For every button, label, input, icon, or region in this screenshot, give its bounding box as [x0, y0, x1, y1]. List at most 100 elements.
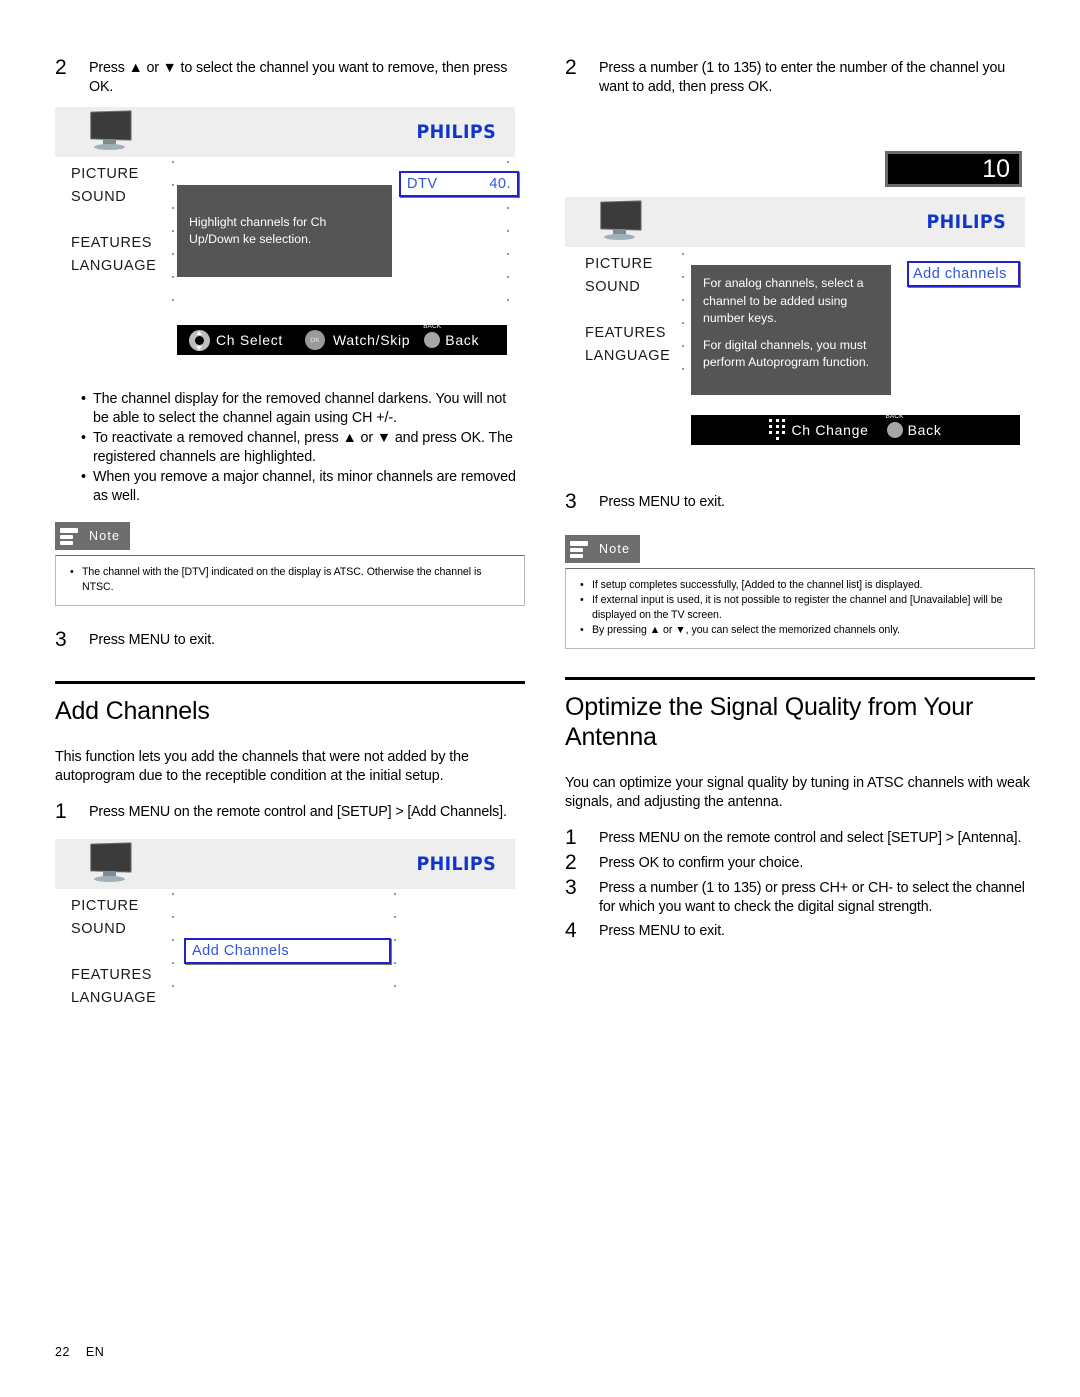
list-item: • To reactivate a removed channel, press…	[55, 429, 525, 467]
highlight-label: Add Channels	[192, 943, 290, 959]
menu-divider-dots-left	[682, 253, 685, 391]
note-header: Note	[55, 522, 131, 550]
navbar-label: Ch Change	[791, 422, 869, 438]
step-item: 3 Press a number (1 to 135) or press CH+…	[565, 876, 1035, 917]
navbar-watch-skip[interactable]: OK Watch/Skip	[305, 330, 410, 350]
note-box-left: Note • The channel with the [DTV] indica…	[55, 522, 525, 606]
tv-menu-item-picture[interactable]: PICTURE	[585, 253, 705, 276]
navbar-label: Back	[445, 332, 480, 348]
step-number: 4	[565, 919, 577, 942]
navbar-back[interactable]: BACK Back	[886, 413, 942, 438]
step-text: Press ▲ or ▼ to select the channel you w…	[89, 60, 508, 95]
channel-badge-wrap: 10	[565, 99, 1035, 187]
step-text: Press OK to confirm your choice.	[599, 855, 804, 871]
bullet-text: When you remove a major channel, its min…	[93, 469, 516, 504]
step-text: Press MENU to exit.	[599, 494, 725, 510]
bullet-marker: •	[580, 594, 584, 606]
philips-logo: PHILIPS	[925, 211, 1006, 233]
channel-number-value: 10	[888, 154, 1019, 184]
step-item: 3 Press MENU to exit.	[55, 628, 525, 651]
tv-navbar-3: Ch Change BACK Back	[691, 413, 1020, 445]
back-button-caption: BACK	[423, 323, 442, 330]
left-column: 2 Press ▲ or ▼ to select the channel you…	[55, 0, 525, 1007]
step-item: 2 Press OK to confirm your choice.	[565, 851, 1035, 874]
philips-logo: PHILIPS	[415, 121, 496, 143]
note-body: • If setup completes successfully, [Adde…	[565, 568, 1035, 649]
step-text: Press a number (1 to 135) to enter the n…	[599, 60, 1006, 95]
bullet-marker: •	[81, 391, 86, 407]
navbar-label: Ch Select	[216, 332, 283, 348]
note-body: • The channel with the [DTV] indicated o…	[55, 555, 525, 606]
tv-menu-item-sound[interactable]: SOUND	[585, 276, 705, 299]
document-page: 2 Press ▲ or ▼ to select the channel you…	[0, 0, 1080, 1397]
step-text: Press MENU to exit.	[89, 632, 215, 648]
navbar-ch-change[interactable]: Ch Change	[769, 419, 868, 441]
highlighted-channel-box[interactable]: DTV 40.	[399, 171, 519, 197]
list-item: • If external input is used, it is not p…	[576, 593, 1022, 623]
page-number: 22	[55, 1345, 70, 1359]
step-text: Press MENU on the remote control and [SE…	[89, 804, 507, 820]
step-number: 2	[565, 851, 577, 874]
section-heading: Add Channels	[55, 697, 210, 725]
tv-menu-item-features[interactable]: FEATURES	[585, 322, 705, 345]
tv-screen-mock-1: PHILIPS PICTURE SOUND FEATURES LANGUAGE …	[55, 107, 519, 382]
highlight-label: Add channels	[913, 266, 1007, 282]
osd-message-box: Highlight channels for Ch Up/Down ke sel…	[177, 185, 392, 277]
list-item: • If setup completes successfully, [Adde…	[576, 578, 1022, 593]
navbar-label: Back	[907, 422, 942, 438]
tv-mock-header: PHILIPS	[565, 197, 1025, 247]
step-number: 2	[55, 56, 67, 79]
step-text: Press MENU on the remote control and sel…	[599, 830, 1022, 846]
tv-mock-body: PICTURE SOUND FEATURES LANGUAGE Highligh…	[55, 157, 519, 382]
right-column: 2 Press a number (1 to 135) to enter the…	[565, 0, 1035, 944]
dpad-icon	[189, 329, 210, 351]
section-add-channels: Add Channels This function lets you add …	[55, 681, 525, 823]
page-footer: 22 EN	[55, 1345, 104, 1359]
step-item: 1 Press MENU on the remote control and s…	[565, 826, 1035, 849]
step-number: 1	[565, 826, 577, 849]
step-item: 4 Press MENU to exit.	[565, 919, 1035, 942]
navbar-ch-select[interactable]: Ch Select	[189, 329, 283, 351]
list-item: • The channel display for the removed ch…	[55, 390, 525, 428]
highlighted-add-channels-box[interactable]: Add channels	[907, 261, 1020, 287]
tv-mock-body: PICTURE SOUND FEATURES LANGUAGE For anal…	[565, 247, 1025, 472]
television-icon	[594, 200, 644, 243]
tv-mock-header: PHILIPS	[55, 107, 515, 157]
tv-menu-item-language[interactable]: LANGUAGE	[585, 345, 705, 368]
bullet-marker: •	[70, 566, 74, 578]
back-button-icon: BACK	[423, 323, 441, 348]
tv-mock-body: PICTURE SOUND FEATURES LANGUAGE Add Chan…	[55, 889, 515, 1007]
note-text: If setup completes successfully, [Added …	[592, 579, 923, 591]
step-item: 1 Press MENU on the remote control and […	[55, 800, 525, 823]
bullet-list: • The channel display for the removed ch…	[55, 390, 525, 506]
section-intro: You can optimize your signal quality by …	[565, 775, 1030, 810]
tv-screen-mock-3: PHILIPS PICTURE SOUND FEATURES LANGUAGE …	[565, 197, 1025, 472]
highlighted-add-channels-box[interactable]: Add Channels	[184, 938, 391, 964]
note-text: By pressing ▲ or ▼, you can select the m…	[592, 624, 900, 636]
step-item: 2 Press ▲ or ▼ to select the channel you…	[55, 56, 525, 97]
tv-navbar-1: Ch Select OK Watch/Skip BACK Back	[177, 323, 507, 355]
bullet-marker: •	[580, 579, 584, 591]
navbar-back[interactable]: BACK Back	[423, 323, 480, 348]
step-number: 1	[55, 800, 67, 823]
section-rule	[55, 681, 525, 684]
philips-logo: PHILIPS	[415, 853, 496, 875]
step-number: 3	[565, 876, 577, 899]
note-title: Note	[89, 529, 121, 543]
tv-mock-header: PHILIPS	[55, 839, 515, 889]
section-heading: Optimize the Signal Quality from Your An…	[565, 693, 974, 751]
step-item: 2 Press a number (1 to 135) to enter the…	[565, 56, 1035, 97]
step-item: 3 Press MENU to exit.	[565, 490, 1035, 513]
list-item: • The channel with the [DTV] indicated o…	[66, 565, 512, 595]
note-text: If external input is used, it is not pos…	[592, 594, 1003, 621]
step-number: 3	[565, 490, 577, 513]
section-rule	[565, 677, 1035, 680]
tv-menu-list: PICTURE SOUND FEATURES LANGUAGE	[585, 253, 705, 368]
tv-screen-mock-2: PHILIPS PICTURE SOUND FEATURES LANGUAGE	[55, 839, 515, 1007]
bullet-marker: •	[580, 624, 584, 636]
step-number: 2	[565, 56, 577, 79]
television-icon	[84, 842, 134, 885]
back-button-icon: BACK	[886, 413, 903, 438]
note-header: Note	[565, 535, 641, 563]
list-item: • When you remove a major channel, its m…	[55, 468, 525, 506]
